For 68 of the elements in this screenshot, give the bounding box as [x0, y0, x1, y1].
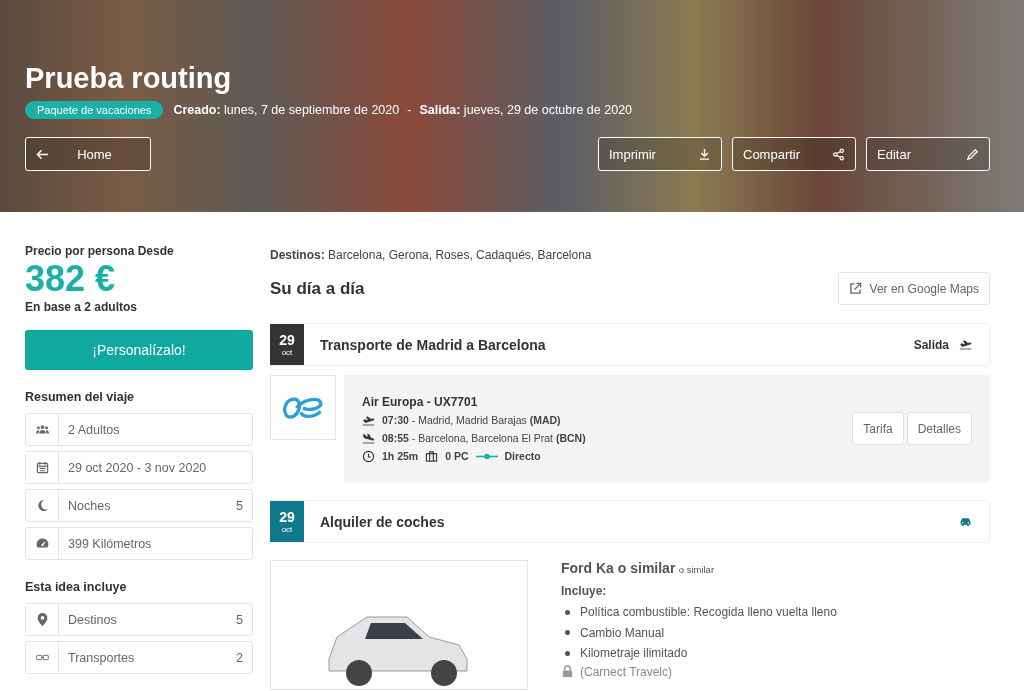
price: 382 €	[25, 258, 117, 300]
summary-value: 5	[236, 612, 244, 627]
section-title: Resumen del viaje	[25, 390, 136, 404]
flight-leg: 08:55 - Barcelona, Barcelona El Prat (BCN)	[382, 432, 586, 444]
includes-label: Incluye:	[561, 584, 608, 598]
section-title: Esta idea incluye	[25, 580, 128, 594]
summary-label: 399 Kilómetros	[67, 536, 153, 551]
edit-button[interactable]: Editar	[866, 137, 990, 171]
supplier-name: (Carnect Travelc)	[580, 664, 673, 679]
stops-text: Directo	[504, 450, 541, 462]
flight-name: Air Europa - UX7701	[362, 394, 479, 409]
users-icon	[35, 423, 49, 436]
summary-label: 2 Adultos	[67, 422, 121, 437]
summary-label: Destinos	[67, 612, 118, 627]
departure-label: Salida	[913, 337, 949, 352]
external-link-icon	[848, 282, 862, 295]
plane-takeoff-icon	[362, 413, 375, 427]
car-icon	[959, 515, 972, 528]
day-title: Transporte de Madrid a Barcelona	[319, 336, 547, 353]
price-label: Precio por persona Desde	[25, 244, 175, 258]
map-pin-icon	[35, 613, 49, 626]
share-button[interactable]: Compartir	[732, 137, 856, 171]
package-tag: Paquete de vacaciones	[25, 101, 164, 119]
share-icon	[832, 147, 845, 161]
bullet-icon	[565, 650, 570, 656]
plane-landing-icon	[362, 431, 375, 445]
gauge-icon	[35, 537, 49, 550]
summary-label: Noches	[67, 498, 112, 513]
download-icon	[698, 147, 711, 161]
separator-text: -	[407, 103, 412, 117]
departure-date: Salida: jueves, 29 de octubre de 2020	[419, 103, 633, 117]
clock-icon	[362, 449, 375, 463]
bullet-icon	[565, 609, 570, 615]
car-model: Ford Ka o similar	[561, 560, 676, 576]
home-button[interactable]: Home	[25, 137, 151, 171]
created-date: Creado: lunes, 7 de septiembre de 2020	[173, 103, 400, 117]
flight-duration: 1h 25m	[382, 450, 419, 462]
suitcase-icon	[425, 449, 439, 463]
summary-label: 29 oct 2020 - 3 nov 2020	[67, 460, 208, 475]
summary-label: Transportes	[67, 650, 136, 665]
price-note: En base a 2 adultos	[25, 300, 139, 314]
google-maps-button[interactable]: Ver en Google Maps	[837, 272, 990, 305]
badge-day: 29	[279, 332, 295, 347]
section-heading: Su día a día	[270, 278, 365, 299]
day-title: Alquiler de coches	[319, 513, 446, 530]
flight-leg: 07:30 - Madrid, Madrid Barajas (MAD)	[382, 414, 561, 426]
included-feature: Cambio Manual	[580, 625, 665, 640]
car-model-note: o similar	[678, 564, 715, 575]
badge-day: 29	[279, 509, 295, 524]
included-feature: Política combustible: Recogida lleno vuelta lleno	[580, 605, 837, 620]
summary-value: 2	[236, 650, 244, 665]
badge-month: oct	[281, 525, 293, 534]
badge-month: oct	[281, 348, 293, 357]
pencil-icon	[966, 147, 979, 161]
included-feature: Kilometraje ilimitado	[580, 646, 688, 661]
lock-icon	[561, 665, 574, 678]
plane-takeoff-icon	[959, 338, 972, 351]
summary-value: 5	[236, 498, 244, 513]
bullet-icon	[565, 630, 570, 636]
destinations-text: Destinos: Barcelona, Gerona, Roses, Cadaqués, Barcelona	[270, 248, 593, 262]
baggage-allowance: 0 PC	[445, 450, 469, 462]
print-button[interactable]: Imprimir	[598, 137, 722, 171]
flight-option-button[interactable]: Tarifa	[852, 412, 904, 445]
trip-title: Prueba routing	[25, 62, 233, 95]
flight-option-button[interactable]: Detalles	[906, 412, 972, 445]
calendar-icon	[35, 461, 49, 474]
moon-icon	[35, 499, 49, 512]
back-arrow-icon	[36, 147, 49, 161]
